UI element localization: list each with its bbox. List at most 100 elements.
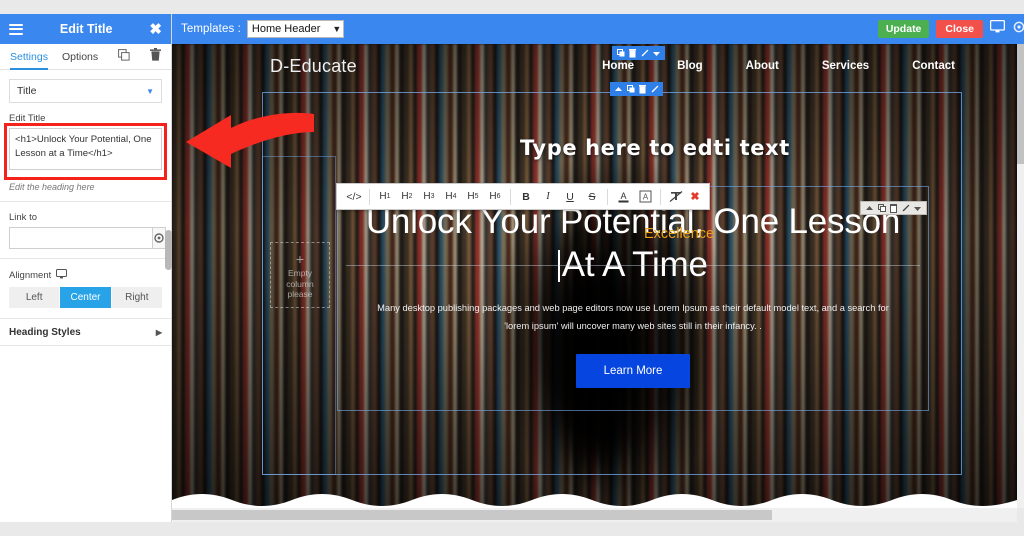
gear-icon[interactable] <box>1012 20 1024 39</box>
trash-icon[interactable] <box>889 203 898 213</box>
hero-paragraph-line1: Many desktop publishing packages and web… <box>377 303 889 314</box>
link-to-input[interactable] <box>9 227 152 249</box>
nav-item-home[interactable]: Home <box>602 60 634 72</box>
hero-paragraph-line2: 'lorem ipsum' will uncover many web site… <box>504 320 762 331</box>
panel-title: Edit Title <box>59 22 113 36</box>
caret-up-icon[interactable] <box>865 203 874 213</box>
caret-down-icon[interactable] <box>913 203 922 213</box>
pencil-icon[interactable] <box>650 84 659 94</box>
update-button[interactable]: Update <box>877 19 930 39</box>
svg-text:A: A <box>642 192 648 201</box>
pencil-icon[interactable] <box>640 48 649 58</box>
gear-icon[interactable] <box>152 227 166 249</box>
clear-format-icon[interactable] <box>665 184 687 209</box>
tab-settings[interactable]: Settings <box>10 44 48 70</box>
templates-label: Templates : <box>181 23 241 35</box>
template-select[interactable]: Home Header ▼ <box>246 20 345 38</box>
heading-4-button[interactable]: H4 <box>440 184 462 209</box>
alignment-label-row: Alignment <box>9 269 162 282</box>
annotation-text: Type here to edti text <box>520 136 790 160</box>
site-brand-logo[interactable]: D-Educate <box>270 56 357 77</box>
close-button[interactable]: Close <box>936 19 983 39</box>
chevron-down-icon: ▼ <box>332 24 342 34</box>
widget-controls-module[interactable] <box>860 201 927 215</box>
widget-controls-row[interactable] <box>610 82 663 96</box>
add-module-icon[interactable]: + <box>296 252 304 266</box>
text-cursor <box>558 249 560 282</box>
align-left-button[interactable]: Left <box>9 287 61 308</box>
nav-item-blog[interactable]: Blog <box>677 60 703 72</box>
monitor-icon[interactable] <box>989 19 1006 38</box>
edit-title-field-block: Edit Title Edit the heading here <box>0 103 171 192</box>
monitor-icon[interactable] <box>56 269 68 282</box>
edit-title-label: Edit Title <box>9 113 46 124</box>
heading-2-button[interactable]: H2 <box>396 184 418 209</box>
bold-button[interactable]: B <box>515 184 537 209</box>
excellence-label[interactable]: Excellence <box>644 226 714 242</box>
duplicate-icon[interactable] <box>877 203 886 213</box>
hamburger-icon[interactable] <box>9 21 23 37</box>
module-type-value: Title <box>17 85 37 97</box>
caret-up-icon[interactable] <box>614 84 623 94</box>
module-type-select[interactable]: Title ▼ <box>9 79 162 103</box>
learn-more-button[interactable]: Learn More <box>575 353 691 388</box>
edit-title-hint: Edit the heading here <box>9 182 95 192</box>
chevron-right-icon: ▶ <box>155 327 162 337</box>
align-right-button[interactable]: Right <box>111 287 162 308</box>
trash-icon[interactable] <box>628 48 637 58</box>
nav-item-about[interactable]: About <box>746 60 779 72</box>
scrollbar-thumb[interactable] <box>172 510 772 520</box>
align-center-button[interactable]: Center <box>60 287 112 308</box>
strikethrough-button[interactable]: S <box>581 184 603 209</box>
alignment-field-block: Alignment Left Center Right <box>0 259 171 308</box>
hero-heading[interactable]: Unlock Your Potential, One Lesson At A T… <box>338 201 928 286</box>
empty-column-placeholder[interactable]: + Empty column please <box>270 242 330 308</box>
code-icon[interactable]: </> <box>343 184 365 209</box>
alignment-button-group: Left Center Right <box>9 287 162 308</box>
toolbar-divider <box>660 188 661 205</box>
topbar-right-group: Update Close <box>877 19 1024 39</box>
chevron-down-icon: ▼ <box>146 86 154 96</box>
scrollbar-thumb[interactable] <box>1017 44 1024 164</box>
nav-item-services[interactable]: Services <box>822 60 869 72</box>
duplicate-icon[interactable] <box>626 84 635 94</box>
heading-styles-accordion[interactable]: Heading Styles ▶ <box>0 318 171 346</box>
duplicate-icon[interactable] <box>118 48 130 66</box>
pencil-icon[interactable] <box>901 203 910 213</box>
edit-title-textarea[interactable] <box>9 128 162 170</box>
trash-icon[interactable] <box>150 47 161 66</box>
window-bottom-strip <box>0 522 1024 536</box>
close-icon[interactable]: ✖ <box>687 184 703 209</box>
heading-3-button[interactable]: H3 <box>418 184 440 209</box>
underline-button[interactable]: U <box>559 184 581 209</box>
duplicate-icon[interactable] <box>616 48 625 58</box>
caret-down-icon[interactable] <box>652 48 661 58</box>
tab-options[interactable]: Options <box>62 44 98 70</box>
hero-paragraph[interactable]: Many desktop publishing packages and web… <box>338 300 928 334</box>
heading-5-button[interactable]: H5 <box>462 184 484 209</box>
heading-6-button[interactable]: H6 <box>484 184 506 209</box>
hero-content-block[interactable]: Unlock Your Potential, One Lesson At A T… <box>337 186 929 411</box>
panel-tabs: Settings Options <box>0 44 171 70</box>
panel-header: Edit Title ✖ <box>0 14 171 44</box>
nav-item-contact[interactable]: Contact <box>912 60 955 72</box>
heading-1-button[interactable]: H1 <box>374 184 396 209</box>
canvas-vertical-scrollbar[interactable] <box>1017 44 1024 508</box>
italic-button[interactable]: I <box>537 184 559 209</box>
left-column-outline <box>262 156 336 475</box>
highlight-icon[interactable]: A <box>634 184 656 209</box>
svg-text:A: A <box>620 191 626 201</box>
rich-text-toolbar[interactable]: </> H1 H2 H3 H4 H5 H6 B I U S A A ✖ <box>336 183 710 210</box>
empty-column-line2: column <box>286 278 314 289</box>
toolbar-divider <box>369 188 370 205</box>
empty-column-line3: please <box>287 289 313 300</box>
trash-icon[interactable] <box>638 84 647 94</box>
scrollbar-thumb[interactable] <box>165 230 172 270</box>
close-icon[interactable]: ✖ <box>149 22 162 37</box>
empty-column-line1: Empty <box>287 268 313 279</box>
panel-scrollbar[interactable] <box>165 90 172 310</box>
canvas-horizontal-scrollbar[interactable] <box>172 508 1017 522</box>
widget-controls-top[interactable] <box>612 46 665 60</box>
text-color-icon[interactable]: A <box>612 184 634 209</box>
site-nav: Home Blog About Services Contact <box>602 60 955 72</box>
